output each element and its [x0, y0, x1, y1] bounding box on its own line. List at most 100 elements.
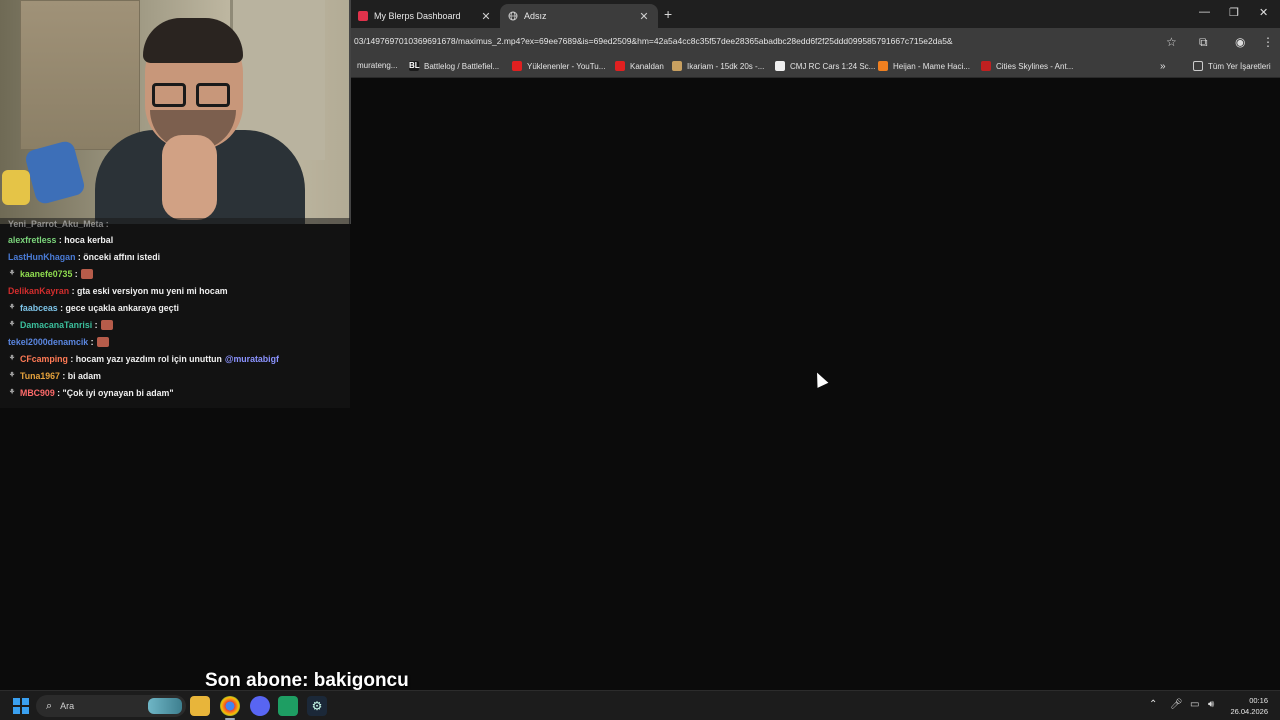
- blogger-icon: [878, 61, 888, 71]
- chat-message: DelikanKayran : gta eski versiyon mu yen…: [8, 286, 228, 296]
- volume-icon[interactable]: 🔊︎: [1208, 699, 1214, 710]
- webcam-person-hair: [143, 18, 243, 63]
- tab-adsiz[interactable]: Adsız ✕: [500, 4, 658, 28]
- minimize-icon[interactable]: —: [1199, 6, 1210, 18]
- chat-text: gece uçakla ankaraya geçti: [65, 303, 179, 313]
- all-bookmarks-button[interactable]: Tüm Yer İşaretleri: [1193, 61, 1271, 71]
- youtube-icon: [512, 61, 522, 71]
- chat-mention: @muratabigf: [224, 354, 279, 364]
- webcam-glasses: [196, 83, 230, 107]
- bookmark-item[interactable]: Ikariam - 15dk 20s -...: [672, 61, 764, 71]
- file-explorer-icon[interactable]: [190, 696, 210, 716]
- kebab-menu-icon[interactable]: ⋮: [1262, 35, 1274, 49]
- tab-label: My Blerps Dashboard: [374, 11, 461, 21]
- webcam-door: [20, 0, 140, 150]
- chat-message: ⚘ kaanefe0735 :: [8, 269, 93, 279]
- chrome-icon[interactable]: [220, 696, 240, 716]
- bookmark-item[interactable]: Heijan - Mame Haci...: [878, 61, 970, 71]
- chat-message: LastHunKhagan : önceki affını istedi: [8, 252, 161, 262]
- chat-message: ⚘ DamacanaTanrisi :: [8, 320, 113, 330]
- chat-message: tekel2000denamcik :: [8, 337, 109, 347]
- close-icon[interactable]: ✕: [1259, 6, 1268, 19]
- bookmark-label: Yüklenenler - YouTu...: [527, 61, 606, 71]
- bookmark-item[interactable]: Yüklenenler - YouTu...: [512, 61, 605, 71]
- bookmark-label: Cities Skylines - Ant...: [996, 61, 1074, 71]
- chat-username: LastHunKhagan: [8, 252, 76, 262]
- app-icon[interactable]: [278, 696, 298, 716]
- star-icon[interactable]: ☆: [1166, 35, 1177, 49]
- bookmark-item[interactable]: murateng...: [357, 61, 397, 70]
- bookmark-item[interactable]: BL Battlelog / Battlefiel...: [409, 61, 499, 71]
- restore-icon[interactable]: ❐: [1229, 6, 1239, 19]
- windows-start-icon[interactable]: [13, 698, 29, 714]
- chat-username: DamacanaTanrisi: [20, 320, 93, 330]
- system-clock[interactable]: 00:16 26.04.2026: [1230, 695, 1268, 717]
- chat-text: hocam yazı yazdım rol için unuttun: [75, 354, 222, 364]
- chat-text: önceki affını istedi: [83, 252, 161, 262]
- tab-label: Adsız: [524, 11, 547, 21]
- close-tab-icon[interactable]: ✕: [638, 10, 650, 23]
- chat-overlay: Yeni_Parrot_Aku_Meta : alexfretless : ho…: [0, 218, 350, 408]
- chat-message: ⚘ CFcamping : hocam yazı yazdım rol için …: [8, 354, 279, 364]
- globe-icon: [508, 11, 518, 21]
- chat-text: gta eski versiyon mu yeni mi hocam: [76, 286, 228, 296]
- webcam-feed: [0, 0, 351, 224]
- chat-username: tekel2000denamcik: [8, 337, 89, 347]
- cities-skylines-icon: [981, 61, 991, 71]
- clock-date: 26.04.2026: [1230, 707, 1268, 716]
- puzzle-icon[interactable]: ⧉: [1199, 35, 1208, 50]
- chat-message: ⚘ MBC909 : "Çok iyi oynayan bi adam": [8, 388, 174, 398]
- chat-message: alexfretless : hoca kerbal: [8, 235, 114, 245]
- steam-icon[interactable]: ⚙: [307, 696, 327, 716]
- search-placeholder: Ara: [60, 701, 75, 711]
- bookmark-item[interactable]: Cities Skylines - Ant...: [981, 61, 1073, 71]
- discord-icon[interactable]: [250, 696, 270, 716]
- webcam-person-hand: [162, 135, 217, 220]
- last-subscriber-text: Son abone: bakigoncu: [205, 670, 409, 691]
- profile-icon[interactable]: ◉: [1235, 35, 1245, 49]
- bookmark-item[interactable]: CMJ RC Cars 1:24 Sc...: [775, 61, 875, 71]
- chevron-up-icon[interactable]: ⌃: [1149, 699, 1157, 710]
- microphone-icon[interactable]: 🎤︎: [1170, 699, 1183, 710]
- bookmark-item[interactable]: Kanaldan: [615, 61, 664, 71]
- bookmark-label: Heijan - Mame Haci...: [893, 61, 970, 71]
- chat-username: Tuna1967: [20, 371, 60, 381]
- badge-icon: ⚘: [8, 355, 16, 362]
- chat-message: Yeni_Parrot_Aku_Meta :: [8, 219, 109, 229]
- chat-message: ⚘ Tuna1967 : bi adam: [8, 371, 102, 381]
- plus-icon[interactable]: +: [664, 6, 672, 22]
- chat-username: alexfretless: [8, 235, 57, 245]
- chat-text: bi adam: [67, 371, 102, 381]
- close-tab-icon[interactable]: ✕: [480, 10, 492, 23]
- badge-icon: ⚘: [8, 304, 16, 311]
- battlelog-icon: BL: [409, 61, 420, 71]
- ikariam-icon: [672, 61, 682, 71]
- chat-username: CFcamping: [20, 354, 68, 364]
- chevron-right-icon[interactable]: »: [1160, 61, 1166, 72]
- badge-icon: ⚘: [8, 321, 16, 328]
- blerps-favicon-icon: [358, 11, 368, 21]
- chat-username: MBC909: [20, 388, 55, 398]
- chat-text: hoca kerbal: [64, 235, 114, 245]
- search-icon: ⌕: [46, 699, 53, 712]
- bookmark-label: Kanaldan: [630, 61, 664, 71]
- taskbar-search[interactable]: ⌕ Ara: [36, 695, 186, 717]
- tab-my-blerps-dashboard[interactable]: My Blerps Dashboard ✕: [350, 4, 500, 28]
- url-field[interactable]: 03/1497697010369691678/maximus_2.mp4?ex=…: [354, 36, 1134, 46]
- all-bookmarks-label: Tüm Yer İşaretleri: [1208, 61, 1271, 71]
- chat-username: faabceas: [20, 303, 58, 313]
- bookmark-label: Battlelog / Battlefiel...: [424, 61, 500, 71]
- bookmark-label: Ikariam - 15dk 20s -...: [687, 61, 765, 71]
- chat-username: DelikanKayran: [8, 286, 70, 296]
- emote-icon: [96, 337, 109, 347]
- emote-icon: [80, 269, 93, 279]
- network-icon[interactable]: ▭: [1190, 699, 1199, 710]
- chat-partial: Yeni_Parrot_Aku_Meta :: [8, 219, 109, 229]
- badge-icon: ⚘: [8, 372, 16, 379]
- amazon-icon: [775, 61, 785, 71]
- mouse-cursor-icon: [811, 370, 829, 388]
- badge-icon: ⚘: [8, 270, 16, 277]
- folder-icon: [1193, 61, 1203, 71]
- chat-text: "Çok iyi oynayan bi adam": [62, 388, 174, 398]
- clock-time: 00:16: [1249, 696, 1268, 705]
